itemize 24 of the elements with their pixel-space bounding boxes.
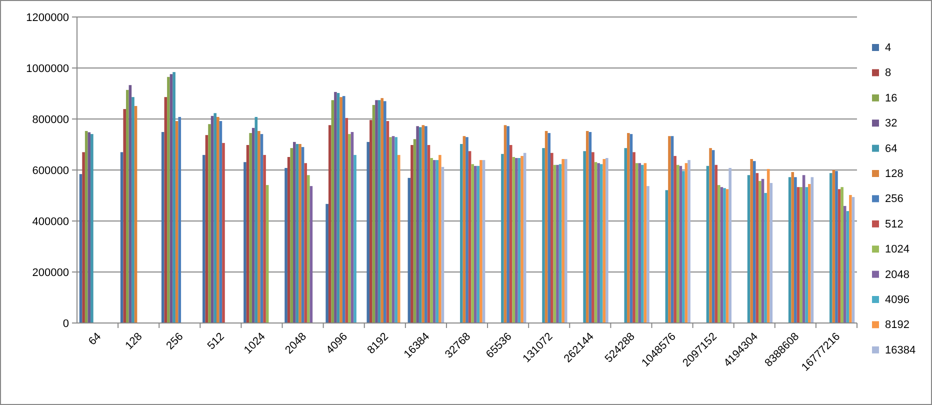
legend-label: 2048 bbox=[885, 268, 910, 281]
axis-label: 600000 bbox=[32, 165, 69, 177]
axis-label: 256 bbox=[164, 330, 186, 352]
axis-label: 1000000 bbox=[26, 63, 69, 75]
axis-label: 128 bbox=[123, 330, 145, 352]
axis-label: 200000 bbox=[32, 267, 69, 279]
legend-label: 8 bbox=[885, 67, 892, 80]
legend-label: 512 bbox=[885, 218, 904, 230]
legend-label: 4 bbox=[885, 42, 892, 54]
legend-label: 16 bbox=[885, 92, 898, 104]
axis-label: 0 bbox=[62, 318, 69, 330]
legend-label: 4096 bbox=[885, 294, 910, 306]
legend-label: 64 bbox=[885, 142, 898, 155]
legend-label: 32 bbox=[885, 118, 898, 130]
legend-label: 16384 bbox=[885, 344, 916, 356]
legend-label: 128 bbox=[885, 168, 904, 180]
axis-label: 1200000 bbox=[26, 12, 69, 24]
legend-label: 1024 bbox=[885, 244, 910, 256]
legend-label: 8192 bbox=[885, 319, 910, 332]
axis-label: 64 bbox=[86, 330, 104, 348]
axis-label: 400000 bbox=[32, 216, 69, 228]
legend-label: 256 bbox=[885, 193, 904, 206]
axis-label: 512 bbox=[205, 330, 227, 352]
axis-label: 800000 bbox=[32, 114, 69, 126]
